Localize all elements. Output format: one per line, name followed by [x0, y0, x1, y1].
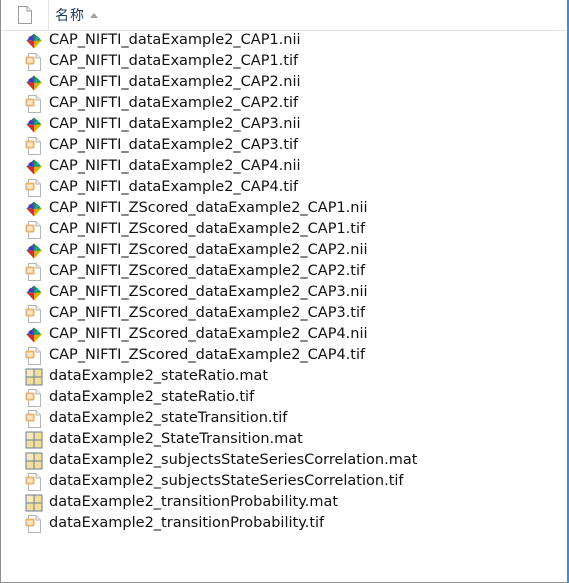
file-name: CAP_NIFTI_ZScored_dataExample2_CAP4.nii	[49, 326, 368, 342]
file-row[interactable]: CAP_NIFTI_dataExample2_CAP4.tif	[1, 177, 567, 198]
tif-file-icon	[25, 178, 41, 197]
file-name: dataExample2_subjectsStateSeriesCorrelat…	[49, 452, 418, 468]
file-name: CAP_NIFTI_ZScored_dataExample2_CAP4.tif	[49, 347, 366, 363]
file-name: dataExample2_stateRatio.mat	[49, 368, 269, 384]
file-name: CAP_NIFTI_dataExample2_CAP3.nii	[49, 116, 301, 132]
file-row[interactable]: CAP_NIFTI_ZScored_dataExample2_CAP4.tif	[1, 345, 567, 366]
file-name: dataExample2_stateRatio.tif	[49, 389, 255, 405]
file-row[interactable]: dataExample2_stateRatio.tif	[1, 387, 567, 408]
file-row[interactable]: CAP_NIFTI_dataExample2_CAP4.nii	[1, 156, 567, 177]
file-name: CAP_NIFTI_dataExample2_CAP4.tif	[49, 179, 299, 195]
generic-file-icon	[17, 6, 32, 24]
sort-ascending-icon	[90, 13, 98, 18]
file-name: CAP_NIFTI_ZScored_dataExample2_CAP2.nii	[49, 242, 368, 258]
tif-file-icon	[25, 346, 41, 365]
tif-file-icon	[25, 388, 41, 407]
file-name: dataExample2_transitionProbability.mat	[49, 494, 339, 510]
file-name: CAP_NIFTI_dataExample2_CAP4.nii	[49, 158, 301, 174]
file-name: dataExample2_transitionProbability.tif	[49, 515, 325, 531]
tif-file-icon	[25, 136, 41, 155]
tif-file-icon	[25, 304, 41, 323]
tif-file-icon	[25, 409, 41, 428]
file-row[interactable]: CAP_NIFTI_ZScored_dataExample2_CAP2.tif	[1, 261, 567, 282]
file-name: CAP_NIFTI_dataExample2_CAP1.tif	[49, 53, 299, 69]
mat-file-icon	[25, 494, 43, 511]
file-row[interactable]: CAP_NIFTI_ZScored_dataExample2_CAP3.tif	[1, 303, 567, 324]
tif-file-icon	[25, 472, 41, 491]
file-row[interactable]: dataExample2_transitionProbability.mat	[1, 492, 567, 513]
file-row[interactable]: CAP_NIFTI_ZScored_dataExample2_CAP1.tif	[1, 219, 567, 240]
file-row[interactable]: CAP_NIFTI_ZScored_dataExample2_CAP1.nii	[1, 198, 567, 219]
nii-file-icon	[26, 327, 42, 342]
tif-file-icon	[25, 514, 41, 533]
name-column-label: 名称	[55, 8, 85, 24]
nii-file-icon	[26, 33, 42, 48]
file-row[interactable]: dataExample2_transitionProbability.tif	[1, 513, 567, 534]
file-row[interactable]: dataExample2_subjectsStateSeriesCorrelat…	[1, 471, 567, 492]
tif-file-icon	[25, 262, 41, 281]
file-row[interactable]: dataExample2_subjectsStateSeriesCorrelat…	[1, 450, 567, 471]
file-name: dataExample2_subjectsStateSeriesCorrelat…	[49, 473, 404, 489]
file-row[interactable]: CAP_NIFTI_dataExample2_CAP1.tif	[1, 51, 567, 72]
tif-file-icon	[25, 52, 41, 71]
file-row[interactable]: CAP_NIFTI_ZScored_dataExample2_CAP2.nii	[1, 240, 567, 261]
file-row[interactable]: CAP_NIFTI_dataExample2_CAP3.tif	[1, 135, 567, 156]
file-name: CAP_NIFTI_dataExample2_CAP1.nii	[49, 32, 301, 48]
name-column-header[interactable]: 名称	[49, 0, 567, 30]
file-name: CAP_NIFTI_ZScored_dataExample2_CAP2.tif	[49, 263, 366, 279]
file-row[interactable]: CAP_NIFTI_ZScored_dataExample2_CAP3.nii	[1, 282, 567, 303]
file-row[interactable]: dataExample2_StateTransition.mat	[1, 429, 567, 450]
mat-file-icon	[25, 431, 43, 448]
file-name: dataExample2_StateTransition.mat	[49, 431, 303, 447]
file-name: CAP_NIFTI_dataExample2_CAP3.tif	[49, 137, 299, 153]
nii-file-icon	[26, 159, 42, 174]
select-all-checkbox[interactable]	[1, 0, 49, 30]
file-name: CAP_NIFTI_ZScored_dataExample2_CAP1.tif	[49, 221, 366, 237]
file-row[interactable]: dataExample2_stateRatio.mat	[1, 366, 567, 387]
file-name: CAP_NIFTI_ZScored_dataExample2_CAP3.tif	[49, 305, 366, 321]
file-row[interactable]: CAP_NIFTI_dataExample2_CAP2.tif	[1, 93, 567, 114]
mat-file-icon	[25, 368, 43, 385]
column-header: 名称	[1, 0, 567, 31]
nii-file-icon	[26, 285, 42, 300]
file-row[interactable]: CAP_NIFTI_dataExample2_CAP3.nii	[1, 114, 567, 135]
tif-file-icon	[25, 94, 41, 113]
file-row[interactable]: CAP_NIFTI_dataExample2_CAP2.nii	[1, 72, 567, 93]
file-row[interactable]: CAP_NIFTI_dataExample2_CAP1.nii	[1, 30, 567, 51]
nii-file-icon	[26, 201, 42, 216]
nii-file-icon	[26, 243, 42, 258]
file-name: CAP_NIFTI_ZScored_dataExample2_CAP1.nii	[49, 200, 368, 216]
nii-file-icon	[26, 75, 42, 90]
mat-file-icon	[25, 452, 43, 469]
file-name: CAP_NIFTI_ZScored_dataExample2_CAP3.nii	[49, 284, 368, 300]
file-name: CAP_NIFTI_dataExample2_CAP2.tif	[49, 95, 299, 111]
nii-file-icon	[26, 117, 42, 132]
file-explorer-window: 名称 CAP_NIFTI_dataExample2_CAP1.nii CAP_N…	[0, 0, 569, 583]
file-row[interactable]: CAP_NIFTI_ZScored_dataExample2_CAP4.nii	[1, 324, 567, 345]
file-name: dataExample2_stateTransition.tif	[49, 410, 288, 426]
file-list: CAP_NIFTI_dataExample2_CAP1.nii CAP_NIFT…	[1, 30, 567, 534]
file-row[interactable]: dataExample2_stateTransition.tif	[1, 408, 567, 429]
file-name: CAP_NIFTI_dataExample2_CAP2.nii	[49, 74, 301, 90]
tif-file-icon	[25, 220, 41, 239]
